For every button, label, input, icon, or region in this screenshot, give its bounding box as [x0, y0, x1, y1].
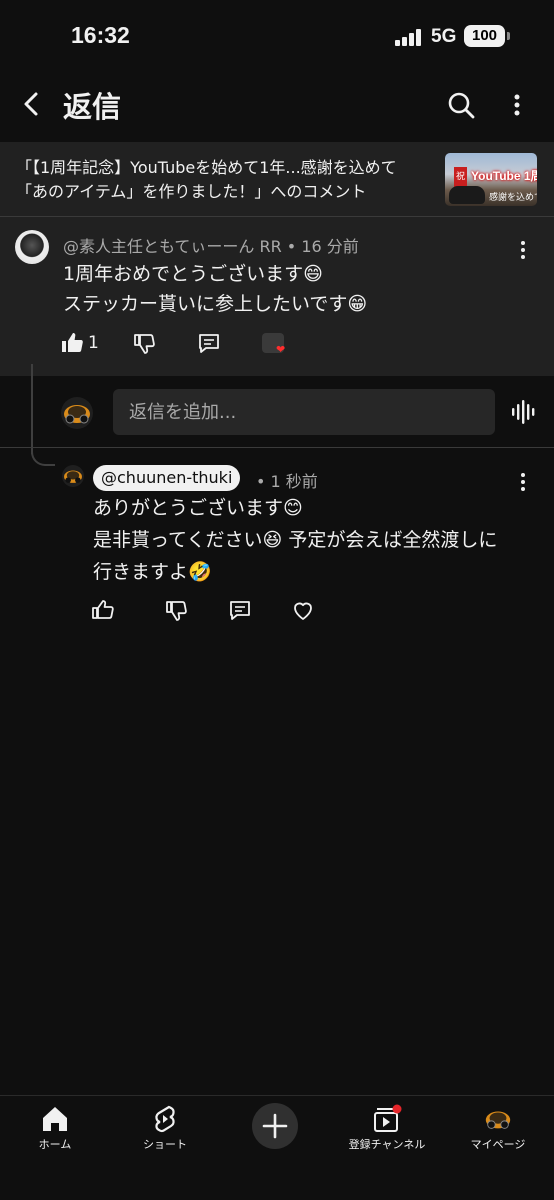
reply-comment: @chuunen-thuki • 1 秒前 ありがとうございます😊 是非貰ってく…: [0, 460, 554, 630]
parent-comment: @素人主任ともてぃーーん RR • 16 分前 1周年おめでとうございます😄 ス…: [0, 217, 554, 376]
comment-line: ありがとうございます😊: [93, 497, 303, 519]
profile-icon: [485, 1111, 511, 1129]
my-avatar: [61, 397, 93, 429]
status-bar: 16:32 5G 100: [0, 0, 554, 76]
comment-meta: @素人主任ともてぃーーん RR • 16 分前: [63, 233, 359, 257]
creator-heart-icon: ❤: [276, 343, 286, 356]
comment-actions: 1 ❤: [60, 331, 300, 361]
comment-actions: [90, 598, 330, 628]
comment-line: 行きますよ🤣: [93, 561, 212, 583]
author-mention-chip[interactable]: @chuunen-thuki: [93, 465, 241, 491]
search-icon[interactable]: [446, 90, 476, 120]
comment-text: 1周年おめでとうございます😄 ステッカー貰いに参上したいです😁: [63, 259, 367, 319]
reply-icon[interactable]: [197, 331, 221, 355]
battery-icon: 100: [464, 25, 510, 47]
reply-input[interactable]: [113, 389, 495, 435]
back-arrow-icon[interactable]: [18, 90, 46, 118]
page-title: 返信: [63, 90, 122, 124]
app-header: 返信: [0, 76, 554, 142]
comment-text: ありがとうございます😊 是非貰ってください😆 予定が会えば全然渡しに 行きますよ…: [93, 492, 523, 588]
nav-subscriptions[interactable]: 登録チャンネル: [332, 1096, 442, 1156]
status-time: 16:32: [71, 22, 130, 48]
create-button[interactable]: [252, 1103, 298, 1149]
reply-compose: [0, 376, 554, 448]
avatar[interactable]: [62, 465, 84, 487]
comment-meta: • 1 秒前: [256, 468, 318, 492]
channel-logo-icon: [64, 405, 90, 424]
comment-line: 是非貰ってください😆 予定が会えば全然渡しに: [93, 529, 498, 551]
network-label: 5G: [431, 26, 457, 47]
channel-logo-icon: [64, 470, 82, 483]
comment-author[interactable]: @素人主任ともてぃーーん RR: [63, 237, 282, 256]
reply-icon[interactable]: [228, 598, 252, 622]
bottom-navigation: ホーム ショート 登録チャンネル マイページ: [0, 1095, 554, 1200]
motorcycle-image: [449, 186, 485, 204]
dislike-icon[interactable]: [164, 598, 188, 622]
video-title-line: 「あのアイテム」を作りました！」へのコメント: [16, 182, 367, 201]
nav-label: 登録チャンネル: [348, 1138, 426, 1151]
heart-icon[interactable]: [291, 598, 315, 622]
avatar[interactable]: [15, 230, 49, 264]
comment-more-icon[interactable]: [518, 472, 528, 492]
signal-icon: [395, 29, 421, 46]
like-icon[interactable]: [90, 598, 114, 622]
nav-label: マイページ: [470, 1138, 526, 1151]
shorts-icon: [155, 1105, 175, 1133]
video-context-bar[interactable]: 「【1周年記念】YouTubeを始めて1年...感謝を込めて 「あのアイテム」を…: [0, 142, 554, 217]
nav-home[interactable]: ホーム: [0, 1096, 110, 1156]
nav-profile[interactable]: マイページ: [443, 1096, 553, 1156]
comment-time: 1 秒前: [270, 472, 318, 491]
like-filled-icon[interactable]: [60, 331, 84, 355]
comment-line: ステッカー貰いに参上したいです😁: [63, 293, 368, 315]
like-count: 1: [88, 333, 99, 353]
thumbnail-subtitle: 感謝を込めて: [489, 193, 537, 203]
subscriptions-icon: [374, 1104, 402, 1132]
video-title-line: 「【1周年記念】YouTubeを始めて1年...感謝を込めて: [16, 158, 397, 177]
video-thumbnail[interactable]: 祝 YouTube 1周年 感謝を込めて: [445, 153, 537, 206]
comment-line: 1周年おめでとうございます😄: [63, 263, 323, 285]
comment-time: 16 分前: [301, 237, 359, 256]
comment-more-icon[interactable]: [518, 240, 528, 260]
nav-shorts[interactable]: ショート: [110, 1096, 220, 1156]
meta-separator: •: [286, 237, 302, 256]
nav-label: ショート: [143, 1138, 187, 1151]
home-icon: [43, 1107, 67, 1131]
meta-separator: •: [256, 472, 271, 491]
thumbnail-title: YouTube 1周年: [471, 169, 537, 183]
thumbnail-badge: 祝: [454, 167, 467, 187]
dislike-icon[interactable]: [132, 331, 156, 355]
nav-label: ホーム: [38, 1138, 72, 1151]
more-options-icon[interactable]: [507, 90, 527, 120]
video-title: 「【1周年記念】YouTubeを始めて1年...感謝を込めて 「あのアイテム」を…: [16, 156, 426, 204]
voice-search-icon[interactable]: [510, 400, 536, 424]
create-icon: [262, 1113, 288, 1139]
